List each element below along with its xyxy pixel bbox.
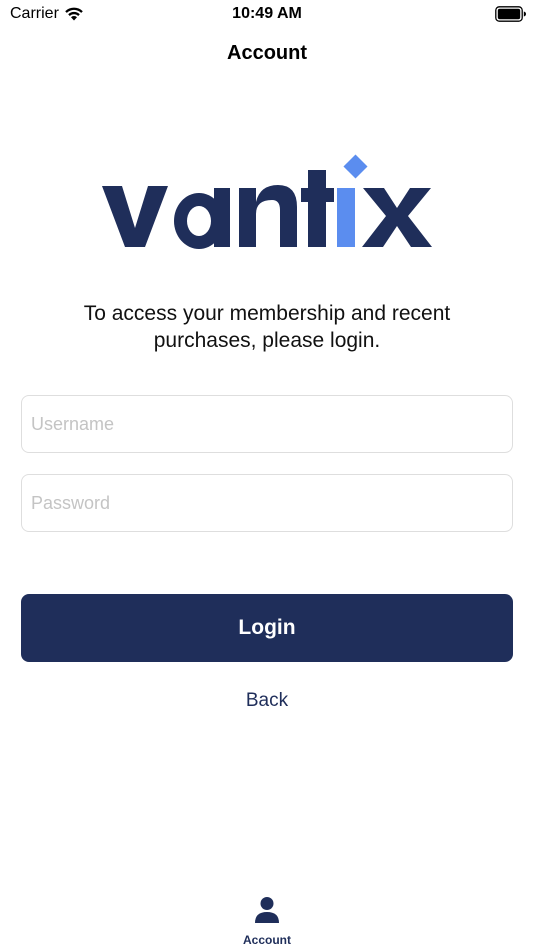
person-icon [255,897,279,923]
status-bar: Carrier 10:49 AM [0,0,534,28]
vantix-logo [102,154,432,249]
login-button[interactable]: Login [21,594,513,662]
battery-icon [495,6,526,22]
login-prompt: To access your membership and recent pur… [83,302,451,352]
tab-label-account: Account [243,933,291,947]
status-time: 10:49 AM [232,5,302,22]
username-input[interactable] [21,395,513,453]
tab-bar: Account [0,890,534,950]
password-input[interactable] [21,474,513,532]
back-link[interactable]: Back [217,690,317,712]
tab-account[interactable]: Account [227,890,307,950]
page-title: Account [227,42,307,64]
